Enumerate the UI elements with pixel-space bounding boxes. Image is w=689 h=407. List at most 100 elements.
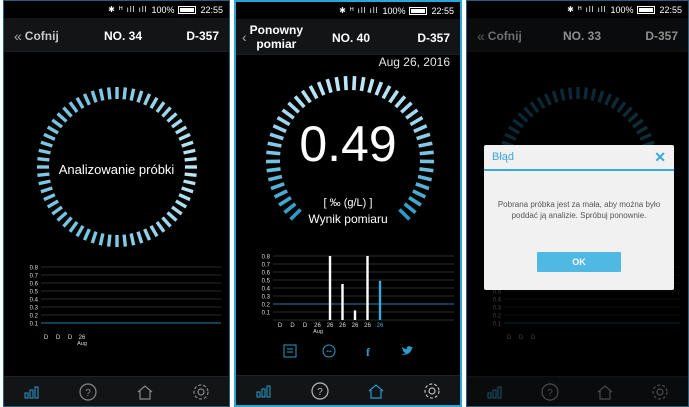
ring-tick <box>75 225 85 238</box>
top-header: ‹ Ponowny pomiar NO. 40 D-357 <box>236 19 460 55</box>
stats-icon[interactable] <box>480 380 510 404</box>
y-tick-label: 0.6 <box>30 282 39 288</box>
gauge-tick <box>388 89 400 104</box>
bar <box>341 284 344 320</box>
facebook-icon[interactable]: f <box>360 343 376 359</box>
measurement-date: Aug 26, 2016 <box>378 55 450 69</box>
home-icon[interactable] <box>361 379 391 403</box>
x-tick-label: D <box>303 323 308 329</box>
gauge-tick <box>270 182 285 191</box>
ring-tick <box>136 231 144 244</box>
retest-button[interactable]: ‹ Ponowny pomiar <box>242 23 303 51</box>
device-id: D-357 <box>645 29 678 43</box>
gauge-tick <box>325 78 333 94</box>
twitter-icon[interactable] <box>399 343 415 359</box>
measurement-number: NO. 40 <box>332 31 371 45</box>
ring-tick <box>129 233 136 246</box>
settings-icon[interactable] <box>645 380 675 404</box>
battery-icon <box>178 5 197 14</box>
dialog-message: Pobrana próbka jest za mała, aby można b… <box>497 200 661 220</box>
clock: 22:55 <box>431 5 454 16</box>
gauge-tick <box>334 76 341 92</box>
bottom-nav: ? <box>236 375 460 405</box>
clock: 22:55 <box>200 4 223 15</box>
ring-tick <box>143 93 152 106</box>
ring-tick <box>68 101 79 113</box>
ring-tick <box>171 118 183 129</box>
settings-icon[interactable] <box>186 380 216 404</box>
ring-tick <box>129 88 136 101</box>
screen-result: ✱ ᴴ ıll ıll 100% 22:55 ‹ Ponowny pomiar … <box>234 0 462 407</box>
ring-tick <box>51 205 63 216</box>
chat-icon[interactable]: ••• <box>321 343 337 359</box>
back-button[interactable]: « Cofnij <box>14 28 59 44</box>
ring-tick <box>56 112 68 123</box>
retest-label-line2: pomiar <box>256 37 297 51</box>
y-tick-label: 0.1 <box>30 322 39 328</box>
retest-label-line1: Ponowny <box>249 23 304 37</box>
help-icon[interactable]: ? <box>73 380 103 404</box>
help-icon[interactable]: ? <box>305 379 335 403</box>
ring-tick <box>98 233 105 246</box>
ring-tick <box>143 228 152 241</box>
ring-tick <box>166 112 178 123</box>
measurement-number: NO. 34 <box>104 29 143 43</box>
gauge-tick <box>308 85 319 100</box>
y-tick-label: 0.4 <box>30 298 39 304</box>
svg-text:?: ? <box>86 388 92 399</box>
home-icon[interactable] <box>590 380 620 404</box>
battery-icon <box>637 5 656 14</box>
share-row: ••• f <box>236 343 460 359</box>
gauge-tick <box>394 95 407 109</box>
battery-percent: 100% <box>382 5 406 16</box>
ok-button[interactable]: OK <box>537 252 621 272</box>
ring-tick <box>178 132 191 141</box>
back-button[interactable]: « Cofnij <box>477 28 522 44</box>
ring-tick <box>40 186 53 194</box>
help-icon[interactable]: ? <box>535 380 565 404</box>
x-tick-label: D <box>44 335 49 341</box>
x-tick-label: D <box>278 323 283 329</box>
y-tick-label: 0.3 <box>262 295 271 301</box>
ring-tick <box>43 132 56 141</box>
x-tick-label: 26 <box>352 323 359 329</box>
ring-tick <box>161 216 172 228</box>
ring-tick <box>155 101 166 113</box>
bar <box>328 256 332 320</box>
ring-tick <box>166 211 178 222</box>
svg-text:•••: ••• <box>326 349 332 355</box>
ring-tick <box>161 106 172 118</box>
stats-icon[interactable] <box>17 380 47 404</box>
back-label: Cofnij <box>24 29 59 43</box>
gauge-tick <box>316 81 326 96</box>
y-tick-label: 0.7 <box>262 263 271 269</box>
month-label: Aug <box>313 329 323 335</box>
ring-tick <box>122 234 128 247</box>
ring-tick <box>75 96 85 109</box>
retest-label: Ponowny pomiar <box>250 23 303 51</box>
y-tick-label: 0.7 <box>30 274 39 280</box>
journal-icon[interactable] <box>282 343 298 359</box>
x-tick-label: 26 <box>377 323 384 329</box>
screen-error: ✱ ᴴ ıll ıll 100% 22:55 « Cofnij NO. 33 D… <box>466 0 689 407</box>
ring-tick <box>136 90 144 103</box>
stats-icon[interactable] <box>249 379 279 403</box>
y-tick-label: 0.4 <box>262 287 271 293</box>
gauge-tick <box>374 81 384 96</box>
dialog-title: Błąd <box>492 151 515 163</box>
gauge-tick <box>381 85 392 100</box>
x-tick-label: D <box>56 335 61 341</box>
close-icon[interactable]: ✕ <box>654 149 666 166</box>
home-icon[interactable] <box>130 380 160 404</box>
y-tick-label: 0.1 <box>262 311 271 317</box>
settings-icon[interactable] <box>417 379 447 403</box>
y-tick-label: 0.3 <box>30 306 39 312</box>
x-tick-label: 26 <box>327 323 334 329</box>
ring-tick <box>181 140 194 148</box>
chevron-left-icon: ‹ <box>242 29 247 45</box>
ring-tick <box>106 234 112 247</box>
top-header: « Cofnij NO. 33 D-357 <box>467 18 688 52</box>
ring-tick <box>62 106 73 118</box>
status-bar: ✱ ᴴ ıll ıll 100% 22:55 <box>236 2 460 19</box>
ring-tick <box>175 199 188 209</box>
